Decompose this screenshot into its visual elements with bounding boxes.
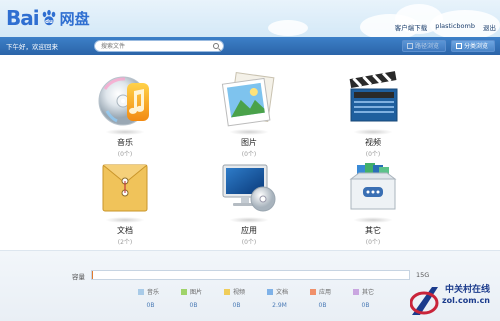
legend-value: 0B — [189, 302, 198, 309]
category-view-label: 分类浏览 — [464, 42, 489, 50]
watermark-cn: 中关村在线 — [444, 285, 490, 295]
category-label: 视频 — [365, 138, 381, 147]
legend-item: 文档 2.9M — [256, 287, 299, 309]
grid-icon — [456, 43, 462, 49]
monitor-cd-icon — [222, 164, 276, 212]
capacity-bar-fill — [92, 271, 93, 279]
picture-icon — [221, 72, 275, 127]
category-count: (0个) — [241, 151, 257, 158]
logo-text: Bai — [6, 6, 40, 30]
logo[interactable]: Bai du 网盘 — [6, 6, 90, 30]
category-pictures[interactable]: 图片 (0个) — [209, 71, 289, 158]
category-count: (0个) — [365, 151, 381, 158]
capacity-label: 容量 — [72, 273, 85, 281]
category-grid: 音乐 (0个) 图片 (0个) 视频 (0个) 文档 (2个) 应用 (0个) … — [0, 55, 500, 250]
path-view-button[interactable]: 路径浏览 — [402, 40, 446, 52]
legend-item: 其它 0B — [342, 287, 385, 309]
top-links: 客户端下载 plasticbomb 退出 — [395, 22, 496, 32]
legend-name: 其它 — [361, 289, 374, 296]
category-view-button[interactable]: 分类浏览 — [451, 40, 495, 52]
client-download-link[interactable]: 客户端下载 — [395, 22, 428, 32]
category-label: 音乐 — [117, 138, 133, 147]
search-box — [94, 40, 224, 52]
capacity-total: 15G — [416, 271, 430, 279]
legend-name: 视频 — [232, 289, 245, 296]
legend-value: 0B — [146, 302, 155, 309]
category-music[interactable]: 音乐 (0个) — [85, 71, 165, 158]
legend-item: 视频 0B — [213, 287, 256, 309]
legend-name: 应用 — [318, 289, 331, 296]
search-icon[interactable] — [213, 43, 219, 49]
legend-swatch — [352, 288, 359, 295]
legend-name: 文档 — [275, 289, 288, 296]
category-label: 文档 — [117, 226, 133, 235]
legend-item: 音乐 0B — [127, 287, 170, 309]
legend-swatch — [223, 288, 230, 295]
paw-icon: du — [42, 9, 55, 26]
category-count: (0个) — [365, 239, 381, 246]
category-label: 其它 — [365, 226, 381, 235]
legend-swatch — [266, 288, 273, 295]
greeting-text: 下午好，欢迎回来 — [6, 43, 58, 51]
category-label: 图片 — [241, 138, 257, 147]
search-input[interactable] — [95, 41, 205, 51]
legend-value: 2.9M — [272, 302, 287, 309]
legend-swatch — [137, 288, 144, 295]
legend-value: 0B — [361, 302, 370, 309]
nav-bar: 下午好，欢迎回来 路径浏览 分类浏览 — [0, 37, 500, 55]
legend-swatch — [180, 288, 187, 295]
list-icon — [407, 43, 413, 49]
legend-value: 0B — [232, 302, 241, 309]
logout-link[interactable]: 退出 — [483, 22, 496, 32]
category-label: 应用 — [241, 226, 257, 235]
category-others[interactable]: 其它 (0个) — [333, 159, 413, 246]
legend-item: 应用 0B — [299, 287, 342, 309]
clapperboard-icon — [349, 71, 398, 122]
music-cd-icon — [98, 76, 149, 126]
legend-value: 0B — [318, 302, 327, 309]
capacity-bar — [91, 270, 410, 280]
legend-name: 音乐 — [146, 289, 159, 296]
svg-text:du: du — [45, 19, 53, 25]
box-icon — [349, 163, 397, 210]
path-view-label: 路径浏览 — [415, 42, 440, 50]
category-count: (0个) — [241, 239, 257, 246]
watermark-url: zol.com.cn — [442, 296, 490, 305]
document-envelope-icon — [102, 164, 148, 212]
logo-suffix: 网盘 — [59, 9, 90, 28]
category-documents[interactable]: 文档 (2个) — [85, 159, 165, 246]
legend-swatch — [309, 288, 316, 295]
cloud-decoration — [268, 20, 308, 36]
category-count: (0个) — [117, 151, 133, 158]
legend-item: 图片 0B — [170, 287, 213, 309]
username-link[interactable]: plasticbomb — [435, 22, 475, 32]
category-count: (2个) — [117, 239, 133, 246]
category-apps[interactable]: 应用 (0个) — [209, 159, 289, 246]
category-video[interactable]: 视频 (0个) — [333, 71, 413, 158]
storage-legend: 音乐 0B 图片 0B 视频 0B 文档 2.9M 应用 0B 其它 0B — [127, 287, 385, 309]
legend-name: 图片 — [189, 289, 202, 296]
top-header: Bai du 网盘 客户端下载 plasticbomb 退出 — [0, 0, 500, 37]
